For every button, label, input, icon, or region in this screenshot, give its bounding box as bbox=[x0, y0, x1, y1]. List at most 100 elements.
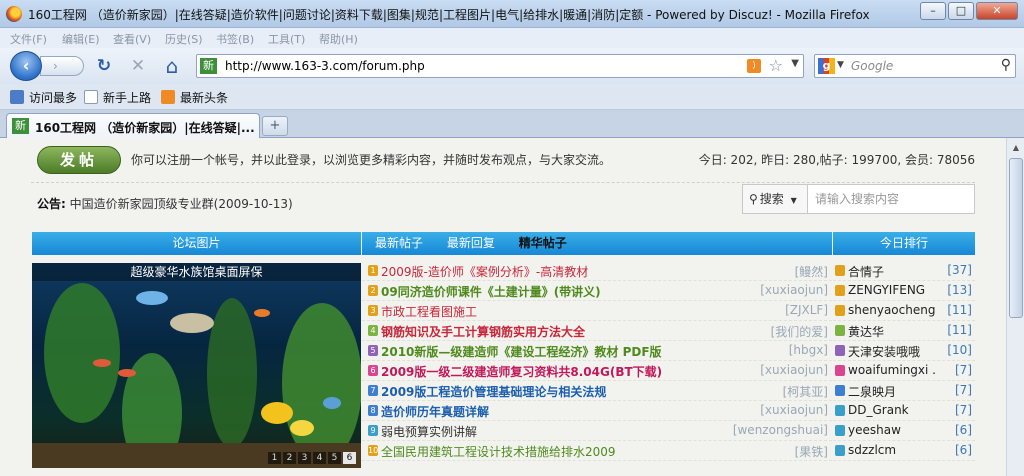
minimize-button[interactable]: – bbox=[920, 2, 946, 20]
search-placeholder[interactable]: Google bbox=[851, 59, 893, 73]
thread-title[interactable]: 市政工程看图施工 bbox=[381, 303, 477, 320]
stop-icon[interactable]: ✕ bbox=[128, 56, 148, 76]
thread-row[interactable]: 5 2010新版—级建造师《建设工程经济》教材 PDF版 [hbgx] bbox=[362, 341, 832, 361]
thread-title[interactable]: 2009版-造价师《案例分析》-高清教材 bbox=[381, 263, 588, 280]
ranking-row[interactable]: yeeshaw [6] bbox=[833, 421, 975, 441]
thread-row[interactable]: 6 2009版一级二级建造师复习资料共8.04G(BT下载) [xuxiaojun] bbox=[362, 361, 832, 381]
thread-author[interactable]: [我们的爱] bbox=[771, 323, 828, 340]
google-engine-icon[interactable]: g bbox=[818, 58, 835, 74]
slide-page-2[interactable]: 2 bbox=[283, 452, 296, 464]
forward-arrow-icon: › bbox=[53, 59, 58, 73]
menu-help[interactable]: 帮助(H) bbox=[319, 31, 358, 47]
scrollbar-thumb[interactable] bbox=[1009, 158, 1023, 318]
menu-tools[interactable]: 工具(T) bbox=[268, 31, 305, 47]
menu-file[interactable]: 文件(F) bbox=[10, 31, 47, 47]
ranking-row[interactable]: 合情子 [37] bbox=[833, 261, 975, 281]
thread-row[interactable]: 1 2009版-造价师《案例分析》-高清教材 [鳗然] bbox=[362, 261, 832, 281]
search-icon[interactable]: ⚲ bbox=[1001, 57, 1011, 73]
thread-author[interactable]: [xuxiaojun] bbox=[760, 283, 828, 297]
thread-author[interactable]: [果铁] bbox=[795, 443, 828, 460]
ranking-user[interactable]: woaifumingxi ... bbox=[848, 363, 936, 377]
new-tab-button[interactable]: + bbox=[262, 116, 288, 136]
ranking-row[interactable]: woaifumingxi ... [7] bbox=[833, 361, 975, 381]
thread-author[interactable]: [xuxiaojun] bbox=[760, 363, 828, 377]
thread-title[interactable]: 2009版一级二级建造师复习资料共8.04G(BT下载) bbox=[381, 363, 662, 380]
thread-author[interactable]: [柯其亚] bbox=[783, 383, 828, 400]
ranking-user[interactable]: shenyaocheng bbox=[848, 303, 936, 317]
ranking-row[interactable]: DD_Grank [7] bbox=[833, 401, 975, 421]
thread-author[interactable]: [wenzongshuai] bbox=[733, 423, 828, 437]
slide-page-3[interactable]: 3 bbox=[298, 452, 311, 464]
search-type-select[interactable]: ⚲ 搜索 ▼ bbox=[742, 184, 808, 214]
menu-history[interactable]: 历史(S) bbox=[165, 31, 203, 47]
ranking-user[interactable]: 二泉映月 bbox=[848, 383, 936, 400]
post-button[interactable]: 发帖 bbox=[37, 146, 121, 174]
thread-row[interactable]: 2 09同济造价师课件《土建计量》(带讲义) [xuxiaojun] bbox=[362, 281, 832, 301]
thread-row[interactable]: 9 弱电预算实例讲解 [wenzongshuai] bbox=[362, 421, 832, 441]
ranking-user[interactable]: DD_Grank bbox=[848, 403, 936, 417]
thread-row[interactable]: 3 市政工程看图施工 [ZJXLF] bbox=[362, 301, 832, 321]
reload-icon[interactable]: ↻ bbox=[94, 56, 114, 76]
ranking-row[interactable]: 二泉映月 [7] bbox=[833, 381, 975, 401]
tab-forum[interactable]: 新 160工程网 （造价新家园）|在线答疑|... bbox=[6, 113, 260, 139]
thread-title[interactable]: 造价师历年真题详解 bbox=[381, 403, 489, 420]
ranking-user[interactable]: yeeshaw bbox=[848, 423, 936, 437]
vertical-scrollbar[interactable]: ▲ bbox=[1006, 138, 1024, 476]
scroll-up-icon[interactable]: ▲ bbox=[1009, 140, 1023, 156]
forum-image-slideshow[interactable]: 超级豪华水族馆桌面屏保 1 2 3 4 5 6 bbox=[32, 263, 361, 468]
announcement-link[interactable]: 中国造价新家园顶级专业群(2009-10-13) bbox=[70, 197, 293, 211]
thread-author[interactable]: [hbgx] bbox=[789, 343, 828, 357]
thread-title[interactable]: 全国民用建筑工程设计技术措施给排水2009 bbox=[381, 443, 616, 460]
forward-button[interactable]: › bbox=[40, 56, 84, 76]
thread-author[interactable]: [xuxiaojun] bbox=[760, 403, 828, 417]
thread-title[interactable]: 09同济造价师课件《土建计量》(带讲义) bbox=[381, 283, 601, 300]
tab-featured-posts[interactable]: 精华帖子 bbox=[519, 236, 567, 250]
ranking-row[interactable]: ZENGYIFENG [13] bbox=[833, 281, 975, 301]
bookmark-most-visited[interactable]: 访问最多 bbox=[10, 89, 77, 106]
ranking-user[interactable]: ZENGYIFENG bbox=[848, 283, 936, 297]
bookmark-getting-started[interactable]: 新手上路 bbox=[84, 89, 151, 106]
menu-view[interactable]: 查看(V) bbox=[113, 31, 151, 47]
thread-row[interactable]: 4 钢筋知识及手工计算钢筋实用方法大全 [我们的爱] bbox=[362, 321, 832, 341]
ranking-row[interactable]: sdzzlcm [6] bbox=[833, 441, 975, 461]
bookmark-star-icon[interactable]: ☆ bbox=[769, 56, 783, 75]
ranking-user[interactable]: 合情子 bbox=[848, 263, 936, 280]
slide-page-1[interactable]: 1 bbox=[268, 452, 281, 464]
search-input[interactable]: 请输入搜索内容 bbox=[808, 184, 975, 214]
divider bbox=[31, 182, 975, 183]
rss-feed-icon[interactable]: ) bbox=[747, 59, 761, 73]
thread-title[interactable]: 2009版工程造价管理基础理论与相关法规 bbox=[381, 383, 606, 400]
close-window-button[interactable]: ✕ bbox=[976, 2, 1018, 20]
maximize-button[interactable]: □ bbox=[948, 2, 974, 20]
engine-dropdown-icon[interactable]: ▼ bbox=[837, 60, 844, 70]
bookmark-latest-headlines[interactable]: 最新头条 bbox=[161, 89, 228, 106]
ranking-user[interactable]: 天津安装哦哦 bbox=[848, 343, 936, 360]
thread-title[interactable]: 弱电预算实例讲解 bbox=[381, 423, 477, 440]
back-button[interactable]: ‹ bbox=[10, 51, 42, 81]
slide-page-6[interactable]: 6 bbox=[343, 452, 356, 464]
menu-edit[interactable]: 编辑(E) bbox=[62, 31, 100, 47]
search-bar[interactable]: g ▼ Google ⚲ bbox=[814, 54, 1016, 78]
home-icon[interactable]: ⌂ bbox=[162, 56, 182, 76]
thread-row[interactable]: 7 2009版工程造价管理基础理论与相关法规 [柯其亚] bbox=[362, 381, 832, 401]
slide-page-4[interactable]: 4 bbox=[313, 452, 326, 464]
url-dropdown-icon[interactable]: ▼ bbox=[791, 58, 799, 69]
thread-row[interactable]: 10 全国民用建筑工程设计技术措施给排水2009 [果铁] bbox=[362, 441, 832, 461]
ranking-user[interactable]: 黄达华 bbox=[848, 323, 936, 340]
thread-title[interactable]: 2010新版—级建造师《建设工程经济》教材 PDF版 bbox=[381, 343, 662, 360]
url-text[interactable]: http://www.163-3.com/forum.php bbox=[225, 59, 425, 73]
ranking-row[interactable]: 黄达华 [11] bbox=[833, 321, 975, 341]
ranking-count: [10] bbox=[947, 343, 972, 357]
thread-author[interactable]: [鳗然] bbox=[795, 263, 828, 280]
thread-title[interactable]: 钢筋知识及手工计算钢筋实用方法大全 bbox=[381, 323, 585, 340]
menu-bookmarks[interactable]: 书签(B) bbox=[216, 31, 254, 47]
thread-row[interactable]: 8 造价师历年真题详解 [xuxiaojun] bbox=[362, 401, 832, 421]
ranking-user[interactable]: sdzzlcm bbox=[848, 443, 936, 457]
address-bar[interactable]: 新 http://www.163-3.com/forum.php ) ☆ ▼ bbox=[196, 54, 804, 78]
tab-latest-replies[interactable]: 最新回复 bbox=[447, 236, 495, 250]
thread-author[interactable]: [ZJXLF] bbox=[785, 303, 828, 317]
ranking-row[interactable]: 天津安装哦哦 [10] bbox=[833, 341, 975, 361]
ranking-row[interactable]: shenyaocheng [11] bbox=[833, 301, 975, 321]
tab-latest-posts[interactable]: 最新帖子 bbox=[375, 236, 423, 250]
slide-page-5[interactable]: 5 bbox=[328, 452, 341, 464]
